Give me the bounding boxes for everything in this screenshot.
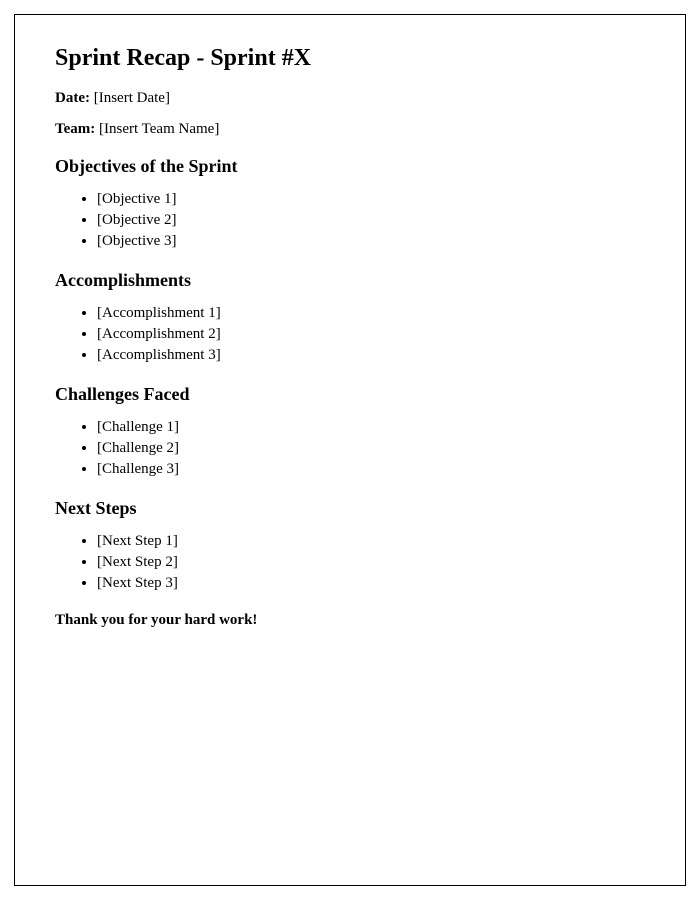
list-item: [Accomplishment 2] [97, 324, 645, 345]
date-label: Date: [55, 90, 90, 106]
list-item: [Objective 3] [97, 231, 645, 252]
list-item: [Challenge 2] [97, 438, 645, 459]
team-value: [Insert Team Name] [99, 121, 219, 137]
page-title: Sprint Recap - Sprint #X [55, 45, 645, 72]
closing-message: Thank you for your hard work! [55, 612, 645, 629]
team-line: Team: [Insert Team Name] [55, 121, 645, 138]
date-line: Date: [Insert Date] [55, 90, 645, 107]
list-item: [Accomplishment 1] [97, 303, 645, 324]
list-item: [Objective 1] [97, 189, 645, 210]
document-page: Sprint Recap - Sprint #X Date: [Insert D… [14, 14, 686, 886]
list-item: [Objective 2] [97, 210, 645, 231]
objectives-heading: Objectives of the Sprint [55, 156, 645, 177]
list-item: [Challenge 1] [97, 417, 645, 438]
list-item: [Accomplishment 3] [97, 345, 645, 366]
list-item: [Next Step 3] [97, 573, 645, 594]
challenges-heading: Challenges Faced [55, 384, 645, 405]
accomplishments-list: [Accomplishment 1] [Accomplishment 2] [A… [55, 303, 645, 366]
next-steps-list: [Next Step 1] [Next Step 2] [Next Step 3… [55, 531, 645, 594]
accomplishments-heading: Accomplishments [55, 270, 645, 291]
list-item: [Next Step 1] [97, 531, 645, 552]
next-steps-heading: Next Steps [55, 498, 645, 519]
date-value: [Insert Date] [94, 90, 170, 106]
challenges-list: [Challenge 1] [Challenge 2] [Challenge 3… [55, 417, 645, 480]
team-label: Team: [55, 121, 95, 137]
objectives-list: [Objective 1] [Objective 2] [Objective 3… [55, 189, 645, 252]
list-item: [Next Step 2] [97, 552, 645, 573]
list-item: [Challenge 3] [97, 459, 645, 480]
